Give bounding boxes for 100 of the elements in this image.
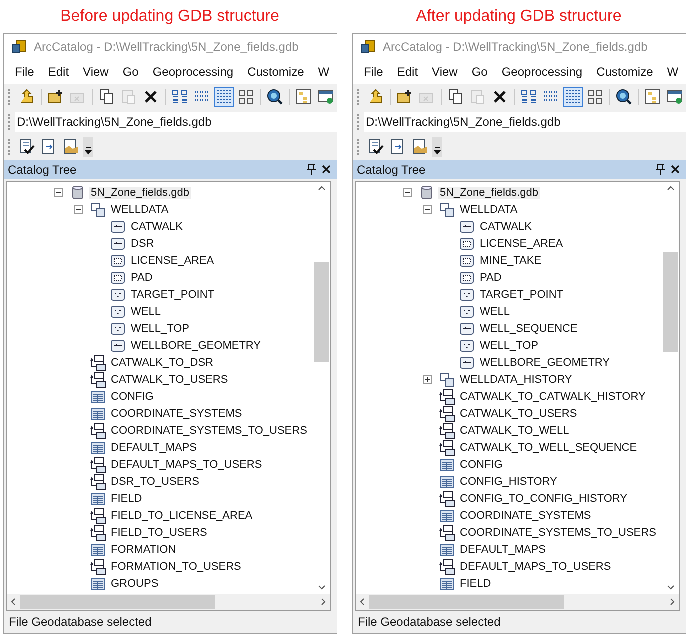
tree-item[interactable]: CATWALK_TO_WELL_SEQUENCE: [458, 442, 640, 454]
scroll-right-icon[interactable]: [670, 598, 675, 606]
menu-item[interactable]: Customize: [240, 65, 312, 79]
menu-item[interactable]: File: [8, 65, 42, 79]
tree-item[interactable]: CATWALK_TO_DSR: [109, 356, 216, 368]
table-icon: [439, 542, 455, 558]
tree-item[interactable]: TARGET_POINT: [129, 288, 217, 300]
scroll-left-icon[interactable]: [360, 598, 365, 606]
scroll-down-icon[interactable]: [666, 585, 674, 590]
tree-item[interactable]: WELLDATA_HISTORY: [458, 374, 574, 386]
details-icon[interactable]: [563, 87, 583, 107]
tree-item[interactable]: WELLDATA: [458, 204, 520, 216]
tree-item[interactable]: CONFIG: [109, 390, 156, 402]
collapse-icon[interactable]: [423, 205, 432, 214]
tree-item[interactable]: WELLBORE_GEOMETRY: [478, 356, 612, 368]
details-icon[interactable]: [214, 87, 234, 107]
address-field[interactable]: D:\WellTracking\5N_Zone_fields.gdb: [364, 112, 686, 132]
scroll-right-icon[interactable]: [321, 598, 326, 606]
menu-item[interactable]: Geoprocessing: [494, 65, 590, 79]
polygon-icon: [459, 236, 475, 252]
tree-item[interactable]: COORDINATE_SYSTEMS: [109, 408, 244, 420]
tree-item[interactable]: CONFIG_TO_CONFIG_HISTORY: [458, 492, 630, 504]
menu-item[interactable]: Edit: [41, 65, 76, 79]
tree-item[interactable]: WELLBORE_GEOMETRY: [129, 340, 263, 352]
scroll-down-icon[interactable]: [318, 585, 326, 590]
table-icon: [90, 406, 106, 422]
tree-item[interactable]: WELL_SEQUENCE: [478, 322, 580, 334]
tree-item[interactable]: DEFAULT_MAPS: [109, 442, 199, 454]
menu-item[interactable]: View: [76, 65, 116, 79]
tree-item[interactable]: LICENSE_AREA: [478, 238, 566, 250]
point-icon: [459, 286, 475, 302]
thumbnails-icon[interactable]: [236, 87, 256, 107]
tree-item[interactable]: CONFIG: [458, 458, 505, 470]
collapse-icon[interactable]: [403, 188, 412, 197]
tree-item[interactable]: DSR: [129, 238, 156, 250]
thumbnails-icon[interactable]: [585, 87, 605, 107]
expand-icon[interactable]: [423, 375, 432, 384]
tree-item[interactable]: CATWALK: [129, 220, 185, 232]
menu-item[interactable]: File: [357, 65, 390, 79]
tree-item[interactable]: WELL: [129, 306, 163, 318]
geodatabase-label[interactable]: 5N_Zone_fields.gdb: [89, 186, 192, 198]
tree-item[interactable]: WELL_TOP: [129, 322, 192, 334]
tree-item[interactable]: FIELD: [458, 578, 494, 590]
search-icon[interactable]: [265, 87, 285, 107]
geodatabase-label[interactable]: 5N_Zone_fields.gdb: [438, 186, 540, 198]
menu-item[interactable]: Customize: [590, 65, 660, 79]
tree-item[interactable]: CATWALK_TO_USERS: [458, 408, 580, 420]
tree-item[interactable]: FIELD_TO_LICENSE_AREA: [109, 510, 255, 522]
tree-item[interactable]: FORMATION: [109, 544, 178, 556]
menu-item[interactable]: Geoprocessing: [146, 65, 241, 79]
tree-item[interactable]: FORMATION_TO_USERS: [109, 560, 244, 572]
tree-item[interactable]: COORDINATE_SYSTEMS_TO_USERS: [109, 424, 310, 436]
scrollbar-thumb[interactable]: [369, 595, 564, 609]
tree-item[interactable]: PAD: [129, 272, 155, 284]
tree-item[interactable]: GROUPS: [109, 578, 161, 590]
tree-item[interactable]: PAD: [478, 272, 504, 284]
tree-item[interactable]: DEFAULT_MAPS: [458, 544, 548, 556]
menu-item[interactable]: View: [425, 65, 465, 79]
tree-item[interactable]: DSR_TO_USERS: [109, 476, 202, 488]
tree-item[interactable]: CONFIG_HISTORY: [458, 476, 560, 488]
close-icon[interactable]: [671, 165, 680, 174]
catalog-icon[interactable]: [643, 87, 663, 107]
scroll-left-icon[interactable]: [11, 598, 16, 606]
tree-item[interactable]: TARGET_POINT: [478, 288, 566, 300]
scrollbar-thumb[interactable]: [663, 252, 678, 352]
catalog-icon[interactable]: [294, 87, 314, 107]
pin-icon[interactable]: [656, 164, 665, 175]
tree-item[interactable]: COORDINATE_SYSTEMS: [458, 510, 594, 522]
tree-item[interactable]: DEFAULT_MAPS_TO_USERS: [458, 560, 614, 572]
tree-item[interactable]: CATWALK: [478, 220, 534, 232]
collapse-icon[interactable]: [74, 205, 83, 214]
tree-item[interactable]: MINE_TAKE: [478, 254, 544, 266]
tree-item[interactable]: CATWALK_TO_CATWALK_HISTORY: [458, 390, 648, 402]
menu-item[interactable]: Go: [464, 65, 495, 79]
search-icon[interactable]: [614, 87, 634, 107]
relationship-icon: [90, 354, 106, 370]
scrollbar-thumb[interactable]: [20, 595, 215, 609]
menu-item[interactable]: W: [311, 65, 337, 79]
tree-item[interactable]: WELLDATA: [109, 204, 171, 216]
table-icon: [90, 576, 106, 592]
address-field[interactable]: D:\WellTracking\5N_Zone_fields.gdb: [15, 112, 337, 132]
menu-item[interactable]: W: [660, 65, 686, 79]
tree-item[interactable]: CATWALK_TO_WELL: [458, 424, 572, 436]
tree-item[interactable]: COORDINATE_SYSTEMS_TO_USERS: [458, 526, 658, 538]
tree-item[interactable]: DEFAULT_MAPS_TO_USERS: [109, 458, 264, 470]
tree-item[interactable]: FIELD: [109, 492, 144, 504]
scroll-up-icon[interactable]: [666, 186, 674, 191]
tree-item[interactable]: FIELD_TO_USERS: [109, 526, 210, 538]
table-icon: [90, 388, 106, 404]
pin-icon[interactable]: [307, 164, 316, 175]
tree-item[interactable]: CATWALK_TO_USERS: [109, 374, 230, 386]
menu-item[interactable]: Edit: [390, 65, 426, 79]
tree-item[interactable]: WELL_TOP: [478, 340, 540, 352]
scrollbar-thumb[interactable]: [314, 262, 329, 362]
collapse-icon[interactable]: [54, 188, 63, 197]
close-icon[interactable]: [322, 165, 331, 174]
tree-item[interactable]: WELL: [478, 306, 512, 318]
scroll-up-icon[interactable]: [318, 186, 326, 191]
menu-item[interactable]: Go: [116, 65, 146, 79]
tree-item[interactable]: LICENSE_AREA: [129, 254, 216, 266]
